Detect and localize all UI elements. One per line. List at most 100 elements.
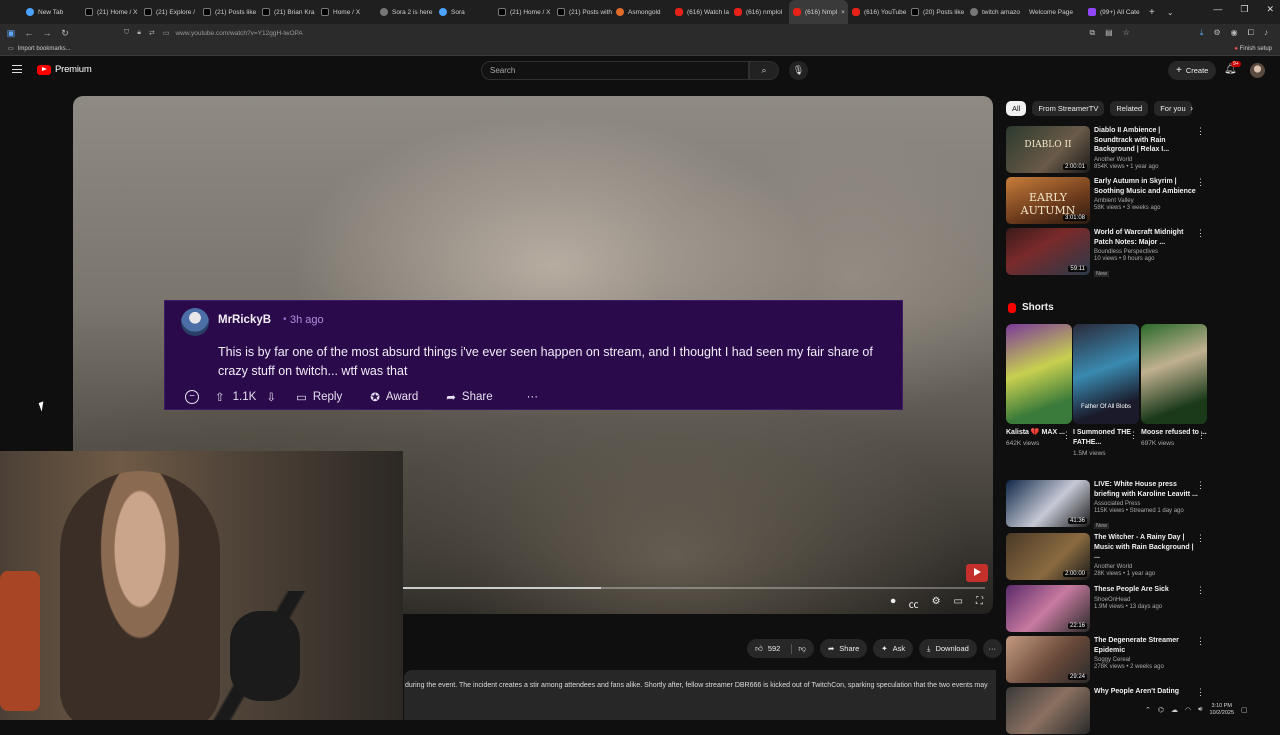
chips-next-icon[interactable]: › [1190,103,1193,113]
reader-icon[interactable]: ▤ [1105,28,1113,38]
screenshot-icon[interactable]: ⧉ [1089,28,1095,38]
thumbs-down-icon[interactable]: 👎︎ [791,643,806,654]
browser-tab[interactable]: (616) Nmpl × [789,0,848,24]
settings-gear-icon[interactable]: ⚙ [932,596,941,611]
tray-clock[interactable]: 3:10 PM 10/2/2025 [1210,703,1234,717]
star-icon[interactable]: ☆ [1123,28,1130,38]
voice-search-button[interactable]: 🎙︎ [789,61,808,80]
video-thumbnail[interactable]: 59:11 [1006,228,1090,275]
youtube-premium-logo[interactable]: Premium [37,64,92,75]
sidebar-toggle-icon[interactable]: ▣ [2,28,20,39]
menu-icon[interactable] [12,65,22,73]
share-button[interactable]: ➦ Share [819,639,868,658]
browser-tab[interactable]: Home / X [317,0,376,24]
video-thumbnail[interactable]: DIABLO II 2:00:01 [1006,126,1090,173]
browser-tab[interactable]: Sora 2 is here [376,0,435,24]
forward-icon[interactable]: → [38,28,56,38]
url-field[interactable]: www.youtube.com/watch?v=Y12ggH-lwOPA [175,30,302,37]
video-description[interactable]: during the event. The incident creates a… [404,670,996,720]
chip-from-streamertv[interactable]: From StreamerTV [1032,101,1105,116]
short-more-icon[interactable]: ⋮ [1062,430,1071,441]
browser-tab[interactable]: (21) Brian Kra [258,0,317,24]
recommended-video[interactable]: 59:11 World of Warcraft Midnight Patch No… [1006,228,1211,277]
video-thumbnail[interactable]: 29:24 [1006,636,1090,683]
video-thumbnail[interactable]: 22:16 [1006,585,1090,632]
video-thumbnail[interactable]: 41:36 [1006,480,1090,527]
network-icon[interactable]: ⌬ [1158,706,1164,714]
recommended-video[interactable]: 22:16 These People Are Sick ShoeOnHead 1.9M… [1006,585,1211,633]
more-vert-icon[interactable]: ⋮ [1196,126,1205,137]
subtitles-icon[interactable]: ㏄ [909,596,919,611]
tune-icon[interactable]: ⇄ [149,29,155,37]
wifi-icon[interactable]: ◠ [1185,706,1191,714]
more-vert-icon[interactable]: ⋮ [1196,687,1205,698]
video-thumbnail[interactable]: 2:00:00 [1006,533,1090,580]
browser-tab[interactable]: Welcome Page [1025,0,1084,24]
download-button[interactable]: ⤓ Download [919,639,977,658]
maximize-icon[interactable]: ❐ [1240,4,1248,15]
browser-tab[interactable]: (20) Posts like [907,0,966,24]
browser-tab[interactable]: (616) Watch la [671,0,730,24]
browser-tab[interactable]: (21) Posts like [199,0,258,24]
video-thumbnail[interactable] [1006,687,1090,734]
recommended-video[interactable]: EARLY AUTUMN 3:01:08 Early Autumn in Skyri… [1006,177,1211,225]
browser-tab[interactable]: (21) Home / X [81,0,140,24]
browser-tab[interactable]: (616) nmplol [730,0,789,24]
short-more-icon[interactable]: ⋮ [1197,430,1206,441]
tab-close-icon[interactable]: × [841,9,845,16]
like-button[interactable]: 👍︎ 592 👎︎ [747,639,814,658]
back-icon[interactable]: ← [20,28,38,38]
recommended-video[interactable]: DIABLO II 2:00:01 Diablo II Ambience | Sou… [1006,126,1211,174]
search-input[interactable]: Search [481,61,749,80]
tab-search-chevron-icon[interactable]: ⌄ [1167,8,1174,17]
short-thumbnail[interactable] [1141,324,1207,424]
account-avatar[interactable] [1250,63,1265,78]
reload-icon[interactable]: ↻ [56,28,74,39]
more-vert-icon[interactable]: ⋮ [1196,228,1205,239]
close-window-icon[interactable]: ✕ [1266,4,1274,15]
tray-chevron-icon[interactable]: ⌃ [1145,706,1151,714]
browser-tab[interactable]: (616) YouTube [848,0,907,24]
more-vert-icon[interactable]: ⋮ [1196,585,1205,596]
ask-button[interactable]: ✦ Ask [873,639,914,658]
browser-tab[interactable]: (21) Home / X [494,0,553,24]
short-more-icon[interactable]: ⋮ [1129,430,1138,441]
minimize-icon[interactable]: — [1213,4,1222,15]
autoplay-toggle-icon[interactable]: ⏺ [891,596,896,611]
finish-setup-link[interactable]: ● Finish setup [1234,46,1272,52]
short-thumbnail[interactable] [1006,324,1072,424]
browser-tab[interactable]: (21) Explore / [140,0,199,24]
recommended-video[interactable]: 41:36 LIVE: White House press briefing wi… [1006,480,1211,529]
more-vert-icon[interactable]: ⋮ [1196,533,1205,544]
media-icon[interactable]: ♪ [1264,28,1268,38]
browser-tab[interactable]: Sora [435,0,494,24]
recommended-video[interactable]: 29:24 The Degenerate Streamer Epidemic Sog… [1006,636,1211,684]
notification-center-icon[interactable]: ▢ [1241,706,1248,714]
more-vert-icon[interactable]: ⋮ [1196,636,1205,647]
chip-for-you[interactable]: For you [1154,101,1192,116]
recommended-video[interactable]: 2:00:00 The Witcher - A Rainy Day | Music… [1006,533,1211,581]
browser-tab[interactable]: (99+) All Cate [1084,0,1143,24]
volume-icon[interactable]: 🔊︎ [1198,706,1202,714]
more-vert-icon[interactable]: ⋮ [1196,480,1205,491]
browser-tab[interactable]: (21) Posts with [553,0,612,24]
create-button[interactable]: + Create [1168,61,1217,80]
browser-tab[interactable]: New Tab [22,0,81,24]
browser-tab[interactable]: twitch amazo [966,0,1025,24]
more-vert-icon[interactable]: ⋮ [1196,177,1205,188]
download-icon[interactable]: ⤓ [1200,28,1204,38]
chip-all[interactable]: All [1006,101,1027,116]
theater-mode-icon[interactable]: ▭ [954,596,963,611]
chip-related[interactable]: Related [1110,101,1149,116]
channel-watermark-icon[interactable] [966,564,988,582]
search-button[interactable]: ⌕ [749,61,779,80]
extension-icon[interactable]: ⚙ [1213,28,1220,38]
shield-icon[interactable]: ⛉ [124,29,129,37]
lock-icon[interactable]: 🔒︎ [137,29,141,37]
split-view-icon[interactable]: ▭ [163,29,170,37]
browser-tab[interactable]: Asmongold [612,0,671,24]
profile-icon[interactable]: ◉ [1231,28,1238,38]
import-bookmarks-link[interactable]: Import bookmarks... [18,46,71,52]
fullscreen-icon[interactable]: ⛶ [976,596,983,611]
progress-bar[interactable] [403,587,985,589]
